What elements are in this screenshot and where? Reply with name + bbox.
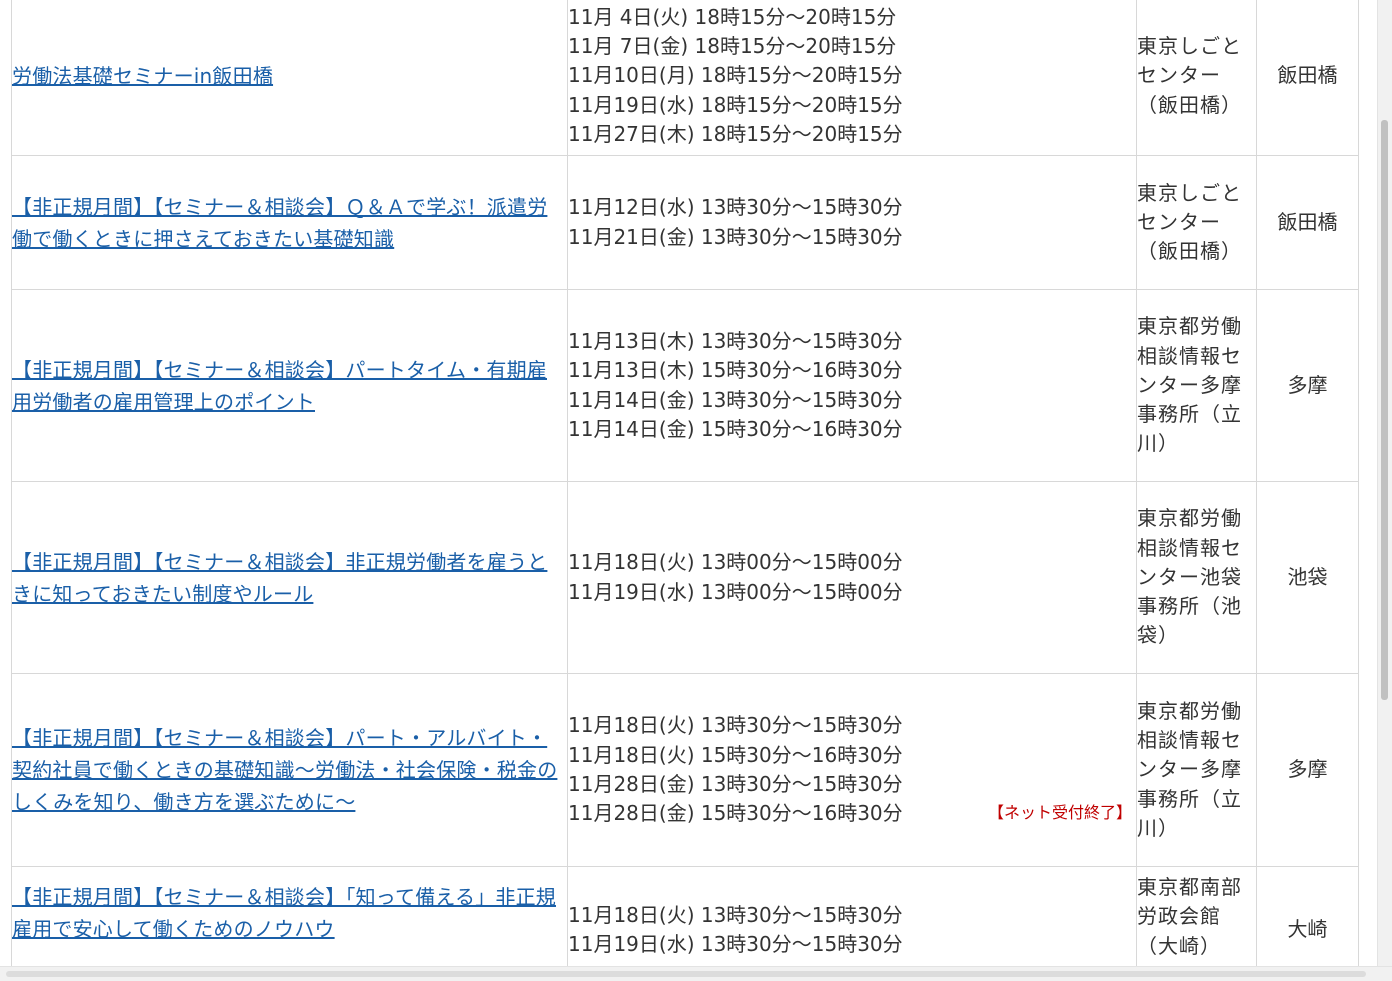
seminar-area: 飯田橋 [1256, 0, 1359, 156]
table-row: 【非正規月間】【セミナー＆相談会】非正規労働者を雇うときに知っておきたい制度やル… [11, 481, 1359, 674]
seminar-date: 11月19日(水) 18時15分～20時15分 [568, 92, 903, 117]
seminar-title-cell: 【非正規月間】【セミナー＆相談会】パート・アルバイト・契約社員で働くときの基礎知… [11, 673, 568, 867]
seminar-date: 11月 4日(火) 18時15分～20時15分 [568, 4, 897, 29]
vertical-scrollbar-thumb[interactable] [1381, 120, 1388, 700]
seminar-venue: 東京しごとセンター（飯田橋） [1136, 155, 1257, 290]
seminar-date: 11月21日(金) 13時30分～15時30分 [568, 224, 903, 249]
online-registration-closed-badge: 【ネット受付終了】 [987, 803, 1132, 823]
seminar-dates-cell: 11月 4日(火) 18時15分～20時15分 11月 7日(金) 18時15分… [567, 0, 1137, 156]
seminar-area: 池袋 [1256, 481, 1359, 674]
seminar-venue: 東京都南部労政会館（大崎） [1136, 866, 1257, 967]
seminar-date: 11月14日(金) 15時30分～16時30分 [568, 416, 903, 441]
seminar-area: 飯田橋 [1256, 155, 1359, 290]
seminar-date: 11月10日(月) 18時15分～20時15分 [568, 63, 903, 88]
seminar-date: 11月18日(火) 13時30分～15時30分 [568, 903, 903, 927]
seminar-dates-cell: 11月18日(火) 13時30分～15時30分 11月18日(火) 15時30分… [567, 673, 1137, 867]
seminar-date: 11月14日(金) 13時30分～15時30分 [568, 387, 903, 412]
seminar-date: 11月18日(火) 13時00分～15時00分 [568, 550, 903, 575]
seminar-dates-cell: 11月13日(木) 13時30分～15時30分 11月13日(木) 15時30分… [567, 289, 1137, 482]
seminar-date: 11月28日(金) 13時30分～15時30分 [568, 772, 903, 796]
seminar-title-link[interactable]: 【非正規月間】【セミナー＆相談会】「知って備える」非正規雇用で安心して働くための… [12, 885, 556, 941]
seminar-title-link[interactable]: 労働法基礎セミナーin飯田橋 [12, 64, 273, 88]
seminar-venue: 東京都労働相談情報センター池袋事務所（池袋） [1136, 481, 1257, 674]
seminar-date: 11月18日(火) 13時30分～15時30分 [568, 713, 903, 738]
seminar-title-link[interactable]: 【非正規月間】【セミナー＆相談会】非正規労働者を雇うときに知っておきたい制度やル… [12, 550, 547, 606]
seminar-date: 11月19日(水) 13時30分～15時30分 [568, 932, 903, 957]
seminar-dates-cell: 11月18日(火) 13時00分～15時00分 11月19日(水) 13時00分… [567, 481, 1137, 674]
seminar-title-link[interactable]: 【非正規月間】【セミナー＆相談会】パート・アルバイト・契約社員で働くときの基礎知… [12, 726, 557, 814]
seminar-dates-cell: 11月18日(火) 13時30分～15時30分 11月19日(水) 13時30分… [567, 866, 1137, 967]
table-row: 労働法基礎セミナーin飯田橋 11月 4日(火) 18時15分～20時15分 1… [11, 0, 1359, 156]
seminar-date: 11月 7日(金) 18時15分～20時15分 [568, 34, 897, 59]
seminar-date: 11月13日(木) 13時30分～15時30分 [568, 328, 903, 353]
seminar-date: 11月12日(水) 13時30分～15時30分 [568, 195, 903, 220]
horizontal-scrollbar-thumb[interactable] [6, 971, 1366, 977]
seminar-title-cell: 【非正規月間】【セミナー＆相談会】非正規労働者を雇うときに知っておきたい制度やル… [11, 481, 568, 674]
seminar-title-cell: 【非正規月間】【セミナー＆相談会】「知って備える」非正規雇用で安心して働くための… [11, 866, 568, 967]
seminar-schedule-table: 労働法基礎セミナーin飯田橋 11月 4日(火) 18時15分～20時15分 1… [11, 0, 1359, 967]
seminar-title-cell: 【非正規月間】【セミナー＆相談会】パートタイム・有期雇用労働者の雇用管理上のポイ… [11, 289, 568, 482]
seminar-title-cell: 【非正規月間】【セミナー＆相談会】Ｑ＆Ａで学ぶ！派遣労働で働くときに押さえておき… [11, 155, 568, 290]
horizontal-scrollbar[interactable] [0, 966, 1392, 981]
seminar-venue: 東京しごとセンター（飯田橋） [1136, 0, 1257, 156]
seminar-venue: 東京都労働相談情報センター多摩事務所（立川） [1136, 673, 1257, 867]
seminar-date: 11月18日(火) 15時30分～16時30分 [568, 742, 903, 767]
page-content: 労働法基礎セミナーin飯田橋 11月 4日(火) 18時15分～20時15分 1… [0, 0, 1378, 967]
seminar-area: 多摩 [1256, 673, 1359, 867]
vertical-scrollbar[interactable] [1377, 0, 1392, 967]
seminar-venue: 東京都労働相談情報センター多摩事務所（立川） [1136, 289, 1257, 482]
seminar-title-link[interactable]: 【非正規月間】【セミナー＆相談会】パートタイム・有期雇用労働者の雇用管理上のポイ… [12, 358, 547, 414]
seminar-title-cell: 労働法基礎セミナーin飯田橋 [11, 0, 568, 156]
seminar-date: 11月27日(木) 18時15分～20時15分 [568, 121, 903, 146]
seminar-title-link[interactable]: 【非正規月間】【セミナー＆相談会】Ｑ＆Ａで学ぶ！派遣労働で働くときに押さえておき… [12, 195, 547, 251]
seminar-area: 多摩 [1256, 289, 1359, 482]
seminar-date: 11月19日(水) 13時00分～15時00分 [568, 579, 903, 604]
table-row: 【非正規月間】【セミナー＆相談会】パート・アルバイト・契約社員で働くときの基礎知… [11, 673, 1359, 867]
seminar-date: 11月13日(木) 15時30分～16時30分 [568, 358, 903, 383]
table-row: 【非正規月間】【セミナー＆相談会】Ｑ＆Ａで学ぶ！派遣労働で働くときに押さえておき… [11, 155, 1359, 290]
table-row: 【非正規月間】【セミナー＆相談会】パートタイム・有期雇用労働者の雇用管理上のポイ… [11, 289, 1359, 482]
seminar-area: 大崎 [1256, 866, 1359, 967]
seminar-dates-cell: 11月12日(水) 13時30分～15時30分 11月21日(金) 13時30分… [567, 155, 1137, 290]
seminar-date-with-note: 11月28日(金) 15時30分～16時30分 【ネット受付終了】 [568, 799, 1136, 828]
table-row: 【非正規月間】【セミナー＆相談会】「知って備える」非正規雇用で安心して働くための… [11, 866, 1359, 967]
browser-viewport: 労働法基礎セミナーin飯田橋 11月 4日(火) 18時15分～20時15分 1… [0, 0, 1392, 981]
